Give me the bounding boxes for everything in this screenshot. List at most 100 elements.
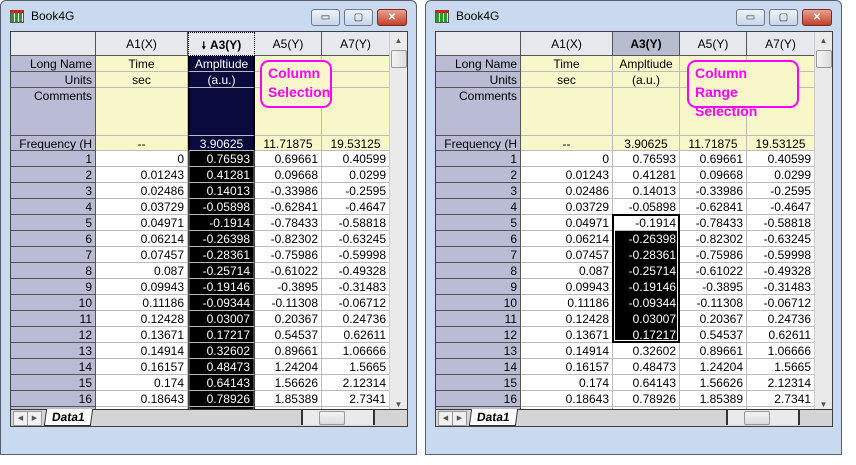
data-cell[interactable]: 0.78926 [188,391,255,407]
horizontal-scrollbar[interactable] [726,410,800,425]
label-cell[interactable]: Ampltiude [188,56,255,72]
row-header[interactable]: 16 [436,391,521,407]
row-header[interactable]: 11 [11,311,96,327]
vertical-scrollbar[interactable]: ▲ ▼ [389,32,407,413]
label-row-header[interactable]: Units [436,72,521,88]
data-cell[interactable]: 0.04971 [96,215,188,231]
row-header[interactable]: 9 [11,279,96,295]
label-cell[interactable]: 3.90625 [188,136,255,151]
scroll-thumb[interactable] [816,50,832,68]
scroll-up-icon[interactable]: ▲ [390,32,407,49]
data-cell[interactable]: 0.0299 [322,167,390,183]
data-cell[interactable]: 0.174 [521,375,613,391]
data-cell[interactable]: 0.18643 [521,391,613,407]
row-header[interactable]: 6 [11,231,96,247]
label-cell[interactable]: Time [521,56,613,72]
data-cell[interactable]: 0.14914 [521,343,613,359]
column-header-a7y[interactable]: A7(Y) [747,32,815,56]
data-cell[interactable]: 0.24736 [322,311,390,327]
row-header[interactable]: 13 [11,343,96,359]
data-cell[interactable]: 0.54537 [255,327,322,343]
data-cell[interactable]: 0.03007 [188,311,255,327]
data-cell[interactable]: -0.59998 [747,247,815,263]
prev-sheet-icon[interactable]: ◀ [13,411,28,426]
label-cell[interactable] [613,88,680,136]
data-cell[interactable]: 0.03729 [96,199,188,215]
close-button[interactable]: ✕ [802,9,832,26]
data-cell[interactable]: 1.85389 [680,391,747,407]
data-cell[interactable]: -0.2595 [322,183,390,199]
column-header-a5y[interactable]: A5(Y) [255,32,322,56]
data-cell[interactable]: 0.76593 [188,151,255,167]
data-cell[interactable]: -0.75986 [680,247,747,263]
data-cell[interactable]: 0.69661 [255,151,322,167]
row-header[interactable]: 7 [11,247,96,263]
data-cell[interactable]: 0.12428 [521,311,613,327]
data-cell[interactable]: 1.5665 [322,359,390,375]
scroll-up-icon[interactable]: ▲ [815,32,832,49]
data-cell[interactable]: 0.09668 [680,167,747,183]
data-cell[interactable]: 0.62611 [747,327,815,343]
row-header[interactable]: 14 [436,359,521,375]
data-cell[interactable]: -0.58818 [747,215,815,231]
label-row-header[interactable]: Units [11,72,96,88]
row-header[interactable]: 5 [436,215,521,231]
data-cell[interactable]: -0.78433 [680,215,747,231]
data-cell[interactable]: 0.17217 [188,327,255,343]
sheet-tab-data1[interactable]: Data1 [468,409,518,426]
sheet-tab-data1[interactable]: Data1 [43,409,93,426]
row-header[interactable]: 11 [436,311,521,327]
data-cell[interactable]: 0.09668 [255,167,322,183]
data-cell[interactable]: 2.12314 [322,375,390,391]
data-cell[interactable]: 1.24204 [680,359,747,375]
data-cell[interactable]: -0.25714 [188,263,255,279]
data-cell[interactable]: -0.82302 [255,231,322,247]
data-cell[interactable]: 0.48473 [188,359,255,375]
data-cell[interactable]: 0.13671 [96,327,188,343]
data-cell[interactable]: 0.32602 [613,343,680,359]
label-cell[interactable]: 3.90625 [613,136,680,151]
data-cell[interactable]: 0.14013 [613,183,680,199]
row-header[interactable]: 10 [11,295,96,311]
data-cell[interactable]: 0.14013 [188,183,255,199]
data-cell[interactable]: -0.2595 [747,183,815,199]
data-cell[interactable]: -0.19146 [188,279,255,295]
label-cell[interactable]: Ampltiude [613,56,680,72]
data-cell[interactable]: 0.01243 [521,167,613,183]
corner-cell[interactable] [436,32,521,56]
corner-cell[interactable] [11,32,96,56]
data-cell[interactable]: 0.76593 [613,151,680,167]
data-cell[interactable]: 0.20367 [680,311,747,327]
data-cell[interactable]: 0.64143 [613,375,680,391]
scroll-thumb[interactable] [319,411,345,425]
data-cell[interactable]: 0.48473 [613,359,680,375]
row-header[interactable]: 4 [11,199,96,215]
data-cell[interactable]: -0.63245 [322,231,390,247]
scroll-thumb[interactable] [391,50,407,68]
data-cell[interactable]: 0.11186 [96,295,188,311]
data-cell[interactable]: -0.11308 [255,295,322,311]
data-cell[interactable]: 0.16157 [521,359,613,375]
label-cell[interactable] [322,72,390,88]
row-header[interactable]: 15 [11,375,96,391]
label-cell[interactable] [322,88,390,136]
data-cell[interactable]: 0.06214 [521,231,613,247]
data-cell[interactable]: 0.13671 [521,327,613,343]
maximize-button[interactable]: ▢ [769,9,798,26]
label-cell[interactable] [96,88,188,136]
row-header[interactable]: 7 [436,247,521,263]
data-cell[interactable]: -0.62841 [255,199,322,215]
minimize-button[interactable]: ▭ [736,9,765,26]
label-cell[interactable]: (a.u.) [613,72,680,88]
data-cell[interactable]: 0.62611 [322,327,390,343]
row-header[interactable]: 4 [436,199,521,215]
column-header-a3y[interactable]: A3(Y) [613,32,680,56]
data-cell[interactable]: 0.41281 [613,167,680,183]
column-header-a1x[interactable]: A1(X) [521,32,613,56]
data-cell[interactable]: -0.59998 [322,247,390,263]
data-cell[interactable]: 1.24204 [255,359,322,375]
data-cell[interactable]: -0.28361 [188,247,255,263]
label-cell[interactable]: (a.u.) [188,72,255,88]
data-cell[interactable]: -0.31483 [322,279,390,295]
data-cell[interactable]: 0 [96,151,188,167]
